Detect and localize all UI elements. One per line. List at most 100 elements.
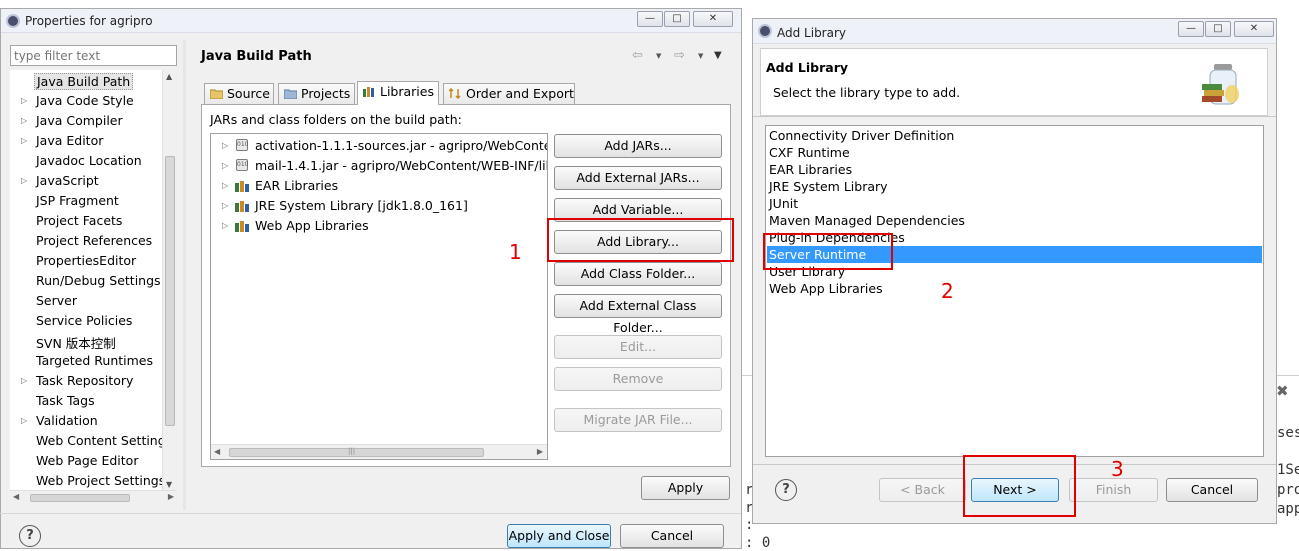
annotation-step-1: 1 xyxy=(509,240,522,264)
nav-item[interactable]: Server xyxy=(10,292,162,310)
add-library-window-title: Add Library xyxy=(777,26,847,40)
classpath-entry[interactable]: ▷ 010 activation-1.1.1-sources.jar - agrip… xyxy=(211,137,547,155)
tab-projects-label: Projects xyxy=(301,86,351,101)
nav-item[interactable]: Service Policies xyxy=(10,312,162,330)
scroll-up-arrow[interactable]: ▲ xyxy=(166,72,172,81)
library-type-item[interactable]: Maven Managed Dependencies xyxy=(767,212,1262,229)
nav-item[interactable]: ▷ Java Code Style xyxy=(10,92,162,110)
library-type-item[interactable]: Web App Libraries xyxy=(767,280,1262,297)
maximize-button[interactable]: □ xyxy=(664,11,690,27)
nav-item[interactable]: ▷ Java Compiler xyxy=(10,112,162,130)
nav-item-label: Java Editor xyxy=(36,133,104,148)
edit-button[interactable]: Edit... xyxy=(554,335,722,359)
expand-arrow-icon[interactable]: ▷ xyxy=(222,201,228,210)
nav-item[interactable]: Java Build Path xyxy=(10,72,162,90)
library-type-item[interactable]: JUnit xyxy=(767,195,1262,212)
expand-arrow-icon[interactable]: ▷ xyxy=(21,136,27,145)
nav-scrollbar[interactable]: ▲ ▼ xyxy=(162,70,177,491)
nav-tree: Java Build Path ▷ Java Code Style ▷ Java Com… xyxy=(10,70,177,491)
nav-item[interactable]: ▷ Task Repository xyxy=(10,372,162,390)
nav-item[interactable]: Web Content Settings xyxy=(10,432,172,450)
nav-item-label: Javadoc Location xyxy=(36,153,142,168)
nav-item[interactable]: Run/Debug Settings xyxy=(10,272,162,290)
dialog-help-icon[interactable]: ? xyxy=(775,479,797,501)
library-icon xyxy=(235,221,249,232)
nav-item[interactable]: JSP Fragment xyxy=(10,192,162,210)
scroll-down-arrow[interactable]: ▼ xyxy=(166,480,172,489)
nav-item[interactable]: Web Project Settings xyxy=(10,472,165,490)
minimize-button[interactable]: — xyxy=(1178,21,1204,37)
close-button[interactable]: ✕ xyxy=(693,11,733,27)
expand-arrow-icon[interactable]: ▷ xyxy=(222,221,228,230)
add-external-class-folder-button[interactable]: Add External Class Folder... xyxy=(554,294,722,335)
expand-arrow-icon[interactable]: ▷ xyxy=(21,116,27,125)
add-external-jars-button[interactable]: Add External JARs... xyxy=(554,166,722,190)
tab-order-export[interactable]: Order and Export xyxy=(443,83,575,105)
back-nav-icon[interactable]: ⇦ xyxy=(632,48,643,63)
forward-nav-icon[interactable]: ⇨ xyxy=(674,48,685,63)
help-icon[interactable]: ? xyxy=(19,525,41,547)
expand-arrow-icon[interactable]: ▷ xyxy=(222,161,228,170)
eclipse-icon xyxy=(6,14,20,28)
library-type-item[interactable]: JRE System Library xyxy=(767,178,1262,195)
expand-arrow-icon[interactable]: ▷ xyxy=(222,141,228,150)
background-close-icon: ✖ xyxy=(1276,382,1289,400)
nav-item[interactable]: Task Tags xyxy=(10,392,162,410)
classpath-entry[interactable]: ▷ EAR Libraries xyxy=(211,177,547,195)
nav-item[interactable]: Targeted Runtimes xyxy=(10,352,162,370)
classpath-h-scrollbar[interactable]: ◀ ||| ▶ xyxy=(211,444,547,459)
nav-item[interactable]: SVN 版本控制 xyxy=(10,332,162,351)
dialog-cancel-button[interactable]: Cancel xyxy=(1166,478,1258,502)
expand-arrow-icon[interactable]: ▷ xyxy=(21,376,27,385)
minimize-button[interactable]: — xyxy=(637,11,663,27)
nav-item[interactable]: ▷ Java Editor xyxy=(10,132,162,150)
scroll-thumb[interactable] xyxy=(165,156,175,426)
maximize-button[interactable]: □ xyxy=(1205,21,1231,37)
expand-arrow-icon[interactable]: ▷ xyxy=(21,416,27,425)
cancel-button[interactable]: Cancel xyxy=(620,524,724,548)
library-type-list[interactable]: Connectivity Driver Definition CXF Runtim… xyxy=(765,125,1264,457)
back-dropdown-icon[interactable]: ▼ xyxy=(656,52,661,60)
properties-titlebar[interactable]: Properties for agripro — □ ✕ xyxy=(1,9,741,33)
classpath-entry-label: activation-1.1.1-sources.jar - agripro/W… xyxy=(255,138,547,153)
nav-item[interactable]: Javadoc Location xyxy=(10,152,162,170)
nav-h-scrollbar[interactable]: ◀ ▶ xyxy=(10,490,177,504)
add-library-titlebar[interactable]: Add Library — □ ✕ xyxy=(753,19,1276,44)
properties-window-title: Properties for agripro xyxy=(25,14,153,28)
back-button[interactable]: < Back xyxy=(879,478,966,502)
apply-and-close-button[interactable]: Apply and Close xyxy=(507,524,611,548)
expand-arrow-icon[interactable]: ▷ xyxy=(222,181,228,190)
folder-icon xyxy=(210,89,223,99)
nav-item[interactable]: Web Page Editor xyxy=(10,452,162,470)
tab-libraries[interactable]: Libraries xyxy=(357,81,439,105)
nav-item[interactable]: ▷ JavaScript xyxy=(10,172,162,190)
library-type-item[interactable]: Connectivity Driver Definition xyxy=(767,127,1262,144)
remove-button[interactable]: Remove xyxy=(554,367,722,391)
annotation-step-2: 2 xyxy=(941,279,954,303)
filter-input[interactable] xyxy=(10,45,177,66)
tab-projects[interactable]: Projects xyxy=(278,83,355,105)
classpath-entry[interactable]: ▷ Web App Libraries xyxy=(211,217,547,235)
nav-item[interactable]: Project References xyxy=(10,232,162,250)
classpath-entry[interactable]: ▷ JRE System Library [jdk1.8.0_161] xyxy=(211,197,547,215)
finish-button[interactable]: Finish xyxy=(1069,478,1158,502)
view-menu-icon[interactable]: ▼ xyxy=(714,50,722,61)
add-class-folder-button[interactable]: Add Class Folder... xyxy=(554,262,722,286)
library-type-item[interactable]: CXF Runtime xyxy=(767,144,1262,161)
tab-source[interactable]: Source xyxy=(204,83,274,105)
pane-sash[interactable] xyxy=(183,40,186,510)
nav-item[interactable]: ▷ Validation xyxy=(10,412,162,430)
classpath-entry-label: JRE System Library [jdk1.8.0_161] xyxy=(255,198,468,213)
close-button[interactable]: ✕ xyxy=(1234,21,1274,37)
nav-item[interactable]: PropertiesEditor xyxy=(10,252,162,270)
migrate-jar-file-button[interactable]: Migrate JAR File... xyxy=(554,408,722,432)
apply-button[interactable]: Apply xyxy=(641,476,730,500)
add-jars-button[interactable]: Add JARs... xyxy=(554,134,722,158)
classpath-tree[interactable]: ▷ 010 activation-1.1.1-sources.jar - agrip… xyxy=(210,133,548,460)
library-type-item[interactable]: EAR Libraries xyxy=(767,161,1262,178)
nav-item[interactable]: Project Facets xyxy=(10,212,162,230)
expand-arrow-icon[interactable]: ▷ xyxy=(21,176,27,185)
forward-dropdown-icon[interactable]: ▼ xyxy=(698,52,703,60)
classpath-entry[interactable]: ▷ 010 mail-1.4.1.jar - agripro/WebContent/… xyxy=(211,157,547,175)
expand-arrow-icon[interactable]: ▷ xyxy=(21,96,27,105)
